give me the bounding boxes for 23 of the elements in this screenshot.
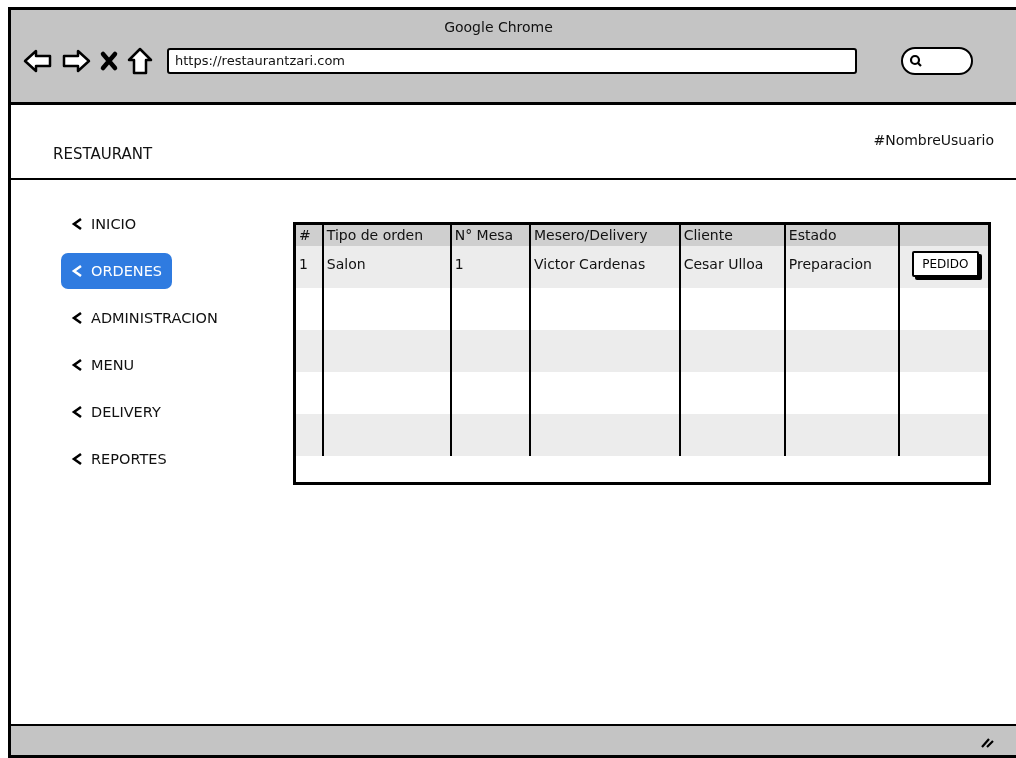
nav-item[interactable]: DELIVERY [61, 394, 171, 430]
address-field[interactable]: https://restaurantzari.com [167, 48, 857, 74]
column-header: Tipo de orden [326, 227, 424, 243]
nav-item[interactable]: ORDENES [61, 253, 173, 289]
column-header: Estado [788, 227, 837, 243]
table-cell: 1 [454, 256, 464, 272]
nav-item[interactable]: ADMINISTRACION [61, 300, 228, 336]
column-header: N° Mesa [454, 227, 514, 243]
table-cell: 1 [299, 256, 308, 272]
table-cell: Victor Cardenas [534, 256, 646, 272]
table-cell: Preparacion [788, 256, 872, 272]
column-header: Cliente [683, 227, 733, 243]
table-cell: Salon [326, 256, 366, 272]
order-button[interactable]: PEDIDO [912, 251, 979, 277]
brand-title: RESTAURANT [53, 145, 153, 163]
column-header: Mesero/Delivery [534, 227, 648, 243]
nav-item[interactable]: MENU [61, 347, 145, 383]
column-header: # [299, 227, 311, 243]
window-title: Google Chrome [443, 18, 554, 35]
nav-item[interactable]: REPORTES [61, 441, 177, 477]
user-name: #NombreUsuario [873, 132, 994, 148]
nav-item[interactable]: INICIO [61, 206, 147, 242]
table-cell: Cesar Ulloa [683, 256, 764, 272]
